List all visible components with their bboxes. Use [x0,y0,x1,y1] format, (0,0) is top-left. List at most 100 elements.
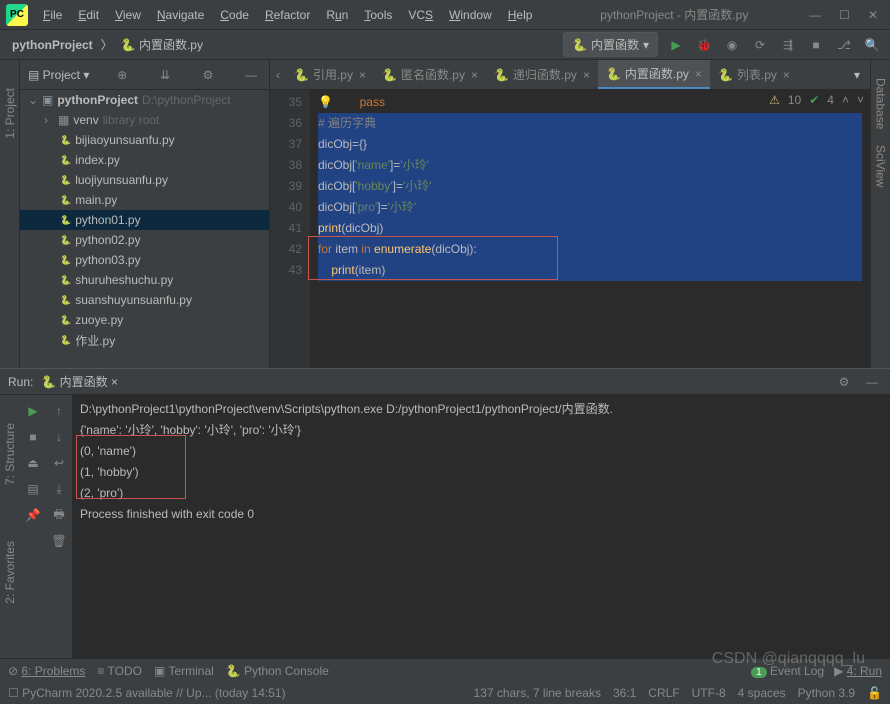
editor-tab-active[interactable]: 🐍 内置函数.py× [598,60,710,89]
inspections-widget[interactable]: ⚠10 ✔4 ˄ ˅ [769,90,864,111]
close-icon[interactable]: × [783,68,790,82]
tree-file[interactable]: 🐍 shuruheshuchu.py [20,270,269,290]
collapse-all-icon[interactable]: ⇊ [155,65,175,85]
tree-file[interactable]: 🐍 bijiaoyunsuanfu.py [20,130,269,150]
tree-file[interactable]: 🐍 python02.py [20,230,269,250]
close-button[interactable]: ✕ [868,8,878,22]
close-icon[interactable]: × [471,68,478,82]
editor-tabs: ‹ 🐍 引用.py× 🐍 匿名函数.py× 🐍 递归函数.py× 🐍 内置函数.… [270,60,870,90]
console-output[interactable]: D:\pythonProject1\pythonProject\venv\Scr… [72,395,890,658]
run-tab[interactable]: 🐍 内置函数 × [41,373,118,390]
concurrency-button[interactable]: ⇶ [778,35,798,55]
settings-icon[interactable]: ⚙ [198,65,218,85]
todo-tab[interactable]: ≡ TODO [97,664,142,678]
menu-tools[interactable]: Tools [357,5,399,25]
menu-help[interactable]: Help [501,5,540,25]
status-interpreter[interactable]: Python 3.9 [798,686,855,700]
print-icon[interactable]: 🖶 [49,505,69,525]
menu-run[interactable]: Run [319,5,355,25]
status-encoding[interactable]: UTF-8 [692,686,726,700]
menu-code[interactable]: Code [213,5,256,25]
exit-icon[interactable]: ⏏ [23,453,43,473]
vcs-button[interactable]: ⎇ [834,35,854,55]
scroll-icon[interactable]: ⤓ [49,479,69,499]
profile-button[interactable]: ⟳ [750,35,770,55]
chevron-right-icon: 〉 [101,36,113,53]
editor-tab[interactable]: 🐍 递归函数.py× [486,61,598,88]
maximize-button[interactable]: ☐ [839,8,850,22]
status-position[interactable]: 36:1 [613,686,636,700]
code-content[interactable]: ⚠10 ✔4 ˄ ˅ 💡 pass # 遍历字典 dicObj={} dicOb… [310,90,870,368]
run-button[interactable]: ▶ [666,35,686,55]
window-controls: — ☐ ✕ [809,8,884,22]
gear-icon[interactable]: ⚙ [834,372,854,392]
editor: ‹ 🐍 引用.py× 🐍 匿名函数.py× 🐍 递归函数.py× 🐍 内置函数.… [270,60,870,368]
structure-tool-tab[interactable]: 7: Structure [1,415,19,493]
menu-vcs[interactable]: VCS [401,5,440,25]
run-config-selector[interactable]: 🐍 内置函数 ▾ [563,32,658,57]
search-button[interactable]: 🔍 [862,35,882,55]
rerun-icon[interactable]: ▶ [23,401,43,421]
status-message[interactable]: ☐ PyCharm 2020.2.5 available // Up... (t… [8,686,286,700]
minimize-button[interactable]: — [809,8,821,22]
problems-tab[interactable]: ⊘ 6: Problems [8,664,85,678]
status-indent[interactable]: 4 spaces [738,686,786,700]
menu-view[interactable]: View [108,5,148,25]
menu-edit[interactable]: Edit [71,5,106,25]
menu-file[interactable]: File [36,5,69,25]
run-tab[interactable]: ▶ 4: Run [834,664,882,678]
breadcrumb-file[interactable]: 🐍 内置函数.py [117,34,207,55]
hide-panel-icon[interactable]: — [241,65,261,85]
status-line-sep[interactable]: CRLF [648,686,679,700]
up-icon[interactable]: ↑ [49,401,69,421]
tree-file[interactable]: 🐍 index.py [20,150,269,170]
layout-icon[interactable]: ▤ [23,479,43,499]
down-icon[interactable]: ↓ [49,427,69,447]
tree-root[interactable]: ⌄▣ pythonProject D:\pythonProject [20,90,269,110]
stop-icon[interactable]: ■ [23,427,43,447]
menu-refactor[interactable]: Refactor [258,5,317,25]
tree-file[interactable]: 🐍 zuoye.py [20,310,269,330]
pin-icon[interactable]: 📌 [23,505,43,525]
tree-file[interactable]: 🐍 luojiyunsuanfu.py [20,170,269,190]
close-icon[interactable]: × [583,68,590,82]
chevron-up-icon[interactable]: ˄ [842,90,849,111]
select-opened-file-icon[interactable]: ⊕ [112,65,132,85]
wrap-icon[interactable]: ↩ [49,453,69,473]
tabs-scroll-left[interactable]: ‹ [270,68,286,82]
run-toolbar-right: ↑ ↓ ↩ ⤓ 🖶 🗑 [46,395,72,658]
bottom-toolwindow-bar: ⊘ 6: Problems ≡ TODO ▣ Terminal 🐍 Python… [0,658,890,682]
project-tool-tab[interactable]: 1: Project [1,80,19,147]
tree-venv[interactable]: ›▦ venv library root [20,110,269,130]
navigation-bar: pythonProject 〉 🐍 内置函数.py 🐍 内置函数 ▾ ▶ 🐞 ◉… [0,30,890,60]
close-icon[interactable]: × [695,67,702,81]
editor-tab[interactable]: 🐍 引用.py× [286,61,374,88]
database-tool-tab[interactable]: Database [872,70,890,137]
breadcrumb-project[interactable]: pythonProject [8,36,97,54]
tree-file[interactable]: 🐍 main.py [20,190,269,210]
editor-tab[interactable]: 🐍 列表.py× [710,61,798,88]
terminal-tab[interactable]: ▣ Terminal [154,664,214,678]
stop-button[interactable]: ■ [806,35,826,55]
tree-file[interactable]: 🐍 python03.py [20,250,269,270]
close-icon[interactable]: × [359,68,366,82]
python-console-tab[interactable]: 🐍 Python Console [226,664,329,678]
project-tree[interactable]: ⌄▣ pythonProject D:\pythonProject ›▦ ven… [20,90,269,368]
debug-button[interactable]: 🐞 [694,35,714,55]
code-area[interactable]: 353637383940414243 ⚠10 ✔4 ˄ ˅ 💡 pass # 遍… [270,90,870,368]
sciview-tool-tab[interactable]: SciView [872,137,890,195]
tree-file[interactable]: 🐍 作业.py [20,330,269,350]
hide-run-icon[interactable]: — [862,372,882,392]
chevron-down-icon[interactable]: ˅ [857,90,864,111]
event-log-tab[interactable]: 1 Event Log [751,664,824,678]
tabs-dropdown-icon[interactable]: ▾ [854,68,860,82]
tree-file[interactable]: 🐍 suanshuyunsuanfu.py [20,290,269,310]
trash-icon[interactable]: 🗑 [49,531,69,551]
menu-window[interactable]: Window [442,5,499,25]
coverage-button[interactable]: ◉ [722,35,742,55]
lock-icon[interactable]: 🔓 [867,686,882,700]
tree-file-selected[interactable]: 🐍 python01.py [20,210,269,230]
menu-navigate[interactable]: Navigate [150,5,211,25]
favorites-tool-tab[interactable]: 2: Favorites [1,533,19,612]
editor-tab[interactable]: 🐍 匿名函数.py× [374,61,486,88]
